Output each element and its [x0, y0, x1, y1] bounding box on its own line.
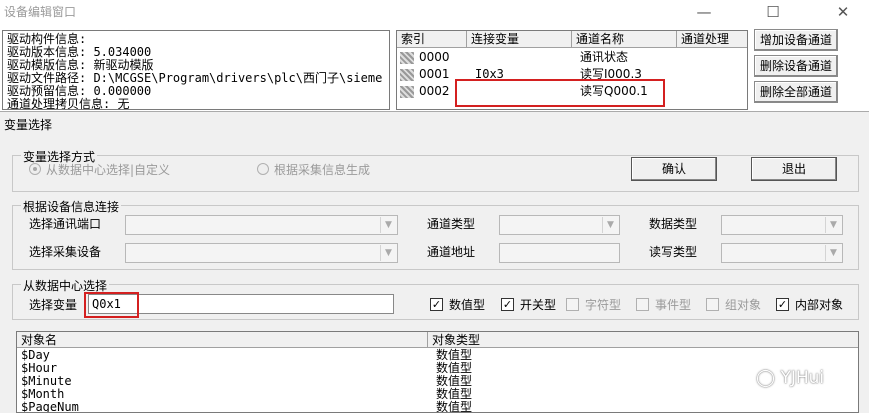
device-label: 选择采集设备	[29, 245, 102, 259]
chevron-down-icon: ▼	[380, 217, 396, 233]
port-label: 选择通讯端口	[29, 217, 102, 231]
filter-label: 字符型	[585, 298, 622, 312]
device-select[interactable]: ▼	[125, 243, 398, 263]
chevron-down-icon: ▼	[825, 217, 841, 233]
chevron-down-icon: ▼	[602, 217, 618, 233]
info-line: 通道处理拷贝信息: 无	[7, 97, 130, 110]
device-edit-window: 设备编辑窗口 — ☐ ✕ 驱动构件信息: 驱动版本信息: 5.034000 驱动…	[0, 0, 869, 112]
channel-address-input[interactable]	[499, 243, 620, 263]
highlight-box	[84, 292, 139, 318]
filter-label: 事件型	[655, 298, 692, 312]
object-name: $PageNum	[21, 400, 79, 413]
delete-all-channels-button[interactable]: 删除全部通道	[754, 81, 838, 103]
radio-from-data-center[interactable]	[29, 163, 41, 175]
filter-label: 数值型	[449, 298, 486, 312]
filter-switch-checkbox[interactable]: ✓	[501, 298, 514, 311]
channel-type-label: 通道类型	[427, 217, 476, 231]
channel-icon	[400, 86, 414, 98]
filter-internal-checkbox[interactable]: ✓	[776, 298, 789, 311]
channel-address-label: 通道地址	[427, 245, 476, 259]
highlight-box	[455, 79, 665, 107]
exit-button[interactable]: 退出	[751, 157, 837, 181]
filter-numeric-checkbox[interactable]: ✓	[430, 298, 443, 311]
group-title: 根据设备信息连接	[21, 198, 122, 215]
watermark-text: YJHui	[780, 368, 825, 388]
watermark: ◯ YJHui	[756, 368, 824, 388]
channel-index: 0001	[419, 67, 450, 81]
channel-index: 0002	[419, 84, 450, 98]
channel-icon	[400, 52, 414, 64]
column-header[interactable]: 连接变量	[467, 31, 572, 48]
column-header[interactable]: 对象类型	[428, 332, 858, 348]
wechat-icon: ◯	[756, 368, 776, 388]
chevron-down-icon: ▼	[825, 245, 841, 261]
confirm-button[interactable]: 确认	[631, 157, 717, 181]
radio-from-collection[interactable]	[257, 163, 269, 175]
rw-type-select[interactable]: ▼	[721, 243, 843, 263]
channel-index: 0000	[419, 50, 450, 64]
data-type-label: 数据类型	[649, 217, 698, 231]
port-select[interactable]: ▼	[125, 215, 398, 235]
rw-type-label: 读写类型	[649, 245, 698, 259]
channel-name: 通讯状态	[580, 50, 629, 64]
column-header[interactable]: 通道处理	[677, 31, 747, 48]
radio-label: 根据采集信息生成	[274, 163, 371, 177]
window-title: 设备编辑窗口	[4, 5, 77, 19]
chevron-down-icon: ▼	[380, 245, 396, 261]
maximize-icon[interactable]: ☐	[756, 0, 790, 24]
delete-channel-button[interactable]: 删除设备通道	[754, 55, 838, 77]
filter-string-checkbox[interactable]	[566, 298, 579, 311]
select-variable-label: 选择变量	[29, 298, 78, 312]
filter-group-checkbox[interactable]	[706, 298, 719, 311]
add-channel-button[interactable]: 增加设备通道	[754, 29, 838, 51]
radio-label: 从数据中心选择|自定义	[46, 163, 171, 177]
filter-label: 组对象	[725, 298, 762, 312]
column-header[interactable]: 索引	[397, 31, 467, 48]
dialog-title: 变量选择	[4, 118, 53, 132]
column-header[interactable]: 对象名	[17, 332, 428, 348]
minimize-icon[interactable]: —	[687, 0, 721, 24]
channel-var	[471, 49, 475, 66]
driver-info-panel: 驱动构件信息: 驱动版本信息: 5.034000 驱动模版信息: 新驱动模版 驱…	[2, 30, 390, 110]
channel-icon	[400, 69, 414, 81]
data-type-select[interactable]: ▼	[721, 215, 843, 235]
filter-event-checkbox[interactable]	[636, 298, 649, 311]
filter-label: 内部对象	[795, 298, 844, 312]
filter-label: 开关型	[520, 298, 557, 312]
variable-select-dialog: 变量选择 变量选择方式 从数据中心选择|自定义 根据采集信息生成 确认 退出 根…	[0, 112, 869, 413]
object-type: 数值型	[436, 400, 473, 413]
close-icon[interactable]: ✕	[826, 0, 860, 24]
object-table: 对象名 对象类型 $Day 数值型 $Hour 数值型 $Minute 数值型 …	[16, 331, 859, 413]
column-header[interactable]: 通道名称	[572, 31, 677, 48]
channel-type-select[interactable]: ▼	[499, 215, 620, 235]
